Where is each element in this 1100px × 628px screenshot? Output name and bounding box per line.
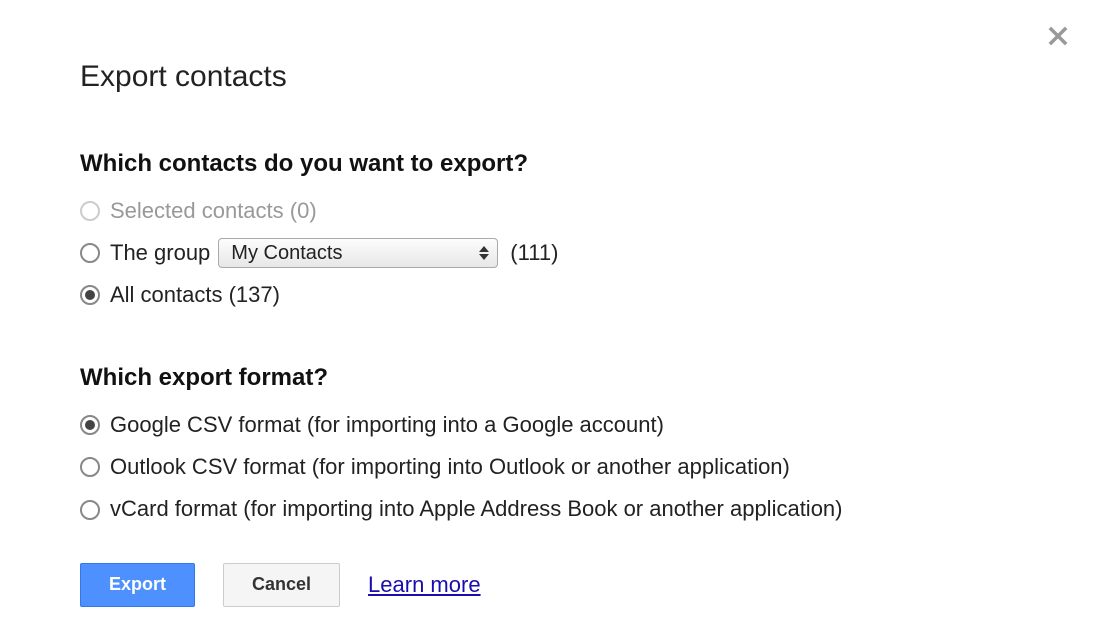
group-select[interactable]: My Contacts bbox=[218, 238, 498, 268]
group-label-prefix: The group bbox=[110, 236, 210, 270]
option-vcard[interactable]: vCard format (for importing into Apple A… bbox=[80, 492, 1100, 526]
option-group[interactable]: The group My Contacts (111) bbox=[80, 236, 1100, 270]
option-google-csv[interactable]: Google CSV format (for importing into a … bbox=[80, 408, 1100, 442]
radio-vcard[interactable] bbox=[80, 500, 100, 520]
radio-outlook-csv[interactable] bbox=[80, 457, 100, 477]
radio-group[interactable] bbox=[80, 243, 100, 263]
dialog-title: Export contacts bbox=[80, 60, 1100, 94]
learn-more-link[interactable]: Learn more bbox=[368, 572, 481, 598]
close-icon[interactable] bbox=[1044, 22, 1072, 50]
group-count: (111) bbox=[510, 236, 558, 270]
radio-selected-contacts bbox=[80, 201, 100, 221]
export-contacts-dialog: Export contacts Which contacts do you wa… bbox=[0, 0, 1100, 607]
contacts-heading: Which contacts do you want to export? bbox=[80, 150, 1100, 178]
group-select-value: My Contacts bbox=[231, 238, 342, 269]
cancel-button[interactable]: Cancel bbox=[223, 563, 340, 607]
option-all-contacts[interactable]: All contacts (137) bbox=[80, 278, 1100, 312]
radio-all-contacts[interactable] bbox=[80, 285, 100, 305]
button-row: Export Cancel Learn more bbox=[80, 563, 1100, 607]
vcard-label: vCard format (for importing into Apple A… bbox=[110, 492, 843, 526]
format-section: Which export format? Google CSV format (… bbox=[80, 364, 1100, 526]
format-heading: Which export format? bbox=[80, 364, 1100, 392]
contacts-scope-section: Which contacts do you want to export? Se… bbox=[80, 150, 1100, 312]
export-button[interactable]: Export bbox=[80, 563, 195, 607]
option-selected-contacts: Selected contacts (0) bbox=[80, 194, 1100, 228]
all-contacts-label: All contacts (137) bbox=[110, 278, 280, 312]
option-outlook-csv[interactable]: Outlook CSV format (for importing into O… bbox=[80, 450, 1100, 484]
selected-contacts-label: Selected contacts (0) bbox=[110, 194, 317, 228]
google-csv-label: Google CSV format (for importing into a … bbox=[110, 408, 664, 442]
outlook-csv-label: Outlook CSV format (for importing into O… bbox=[110, 450, 790, 484]
radio-google-csv[interactable] bbox=[80, 415, 100, 435]
stepper-icon bbox=[475, 241, 493, 265]
